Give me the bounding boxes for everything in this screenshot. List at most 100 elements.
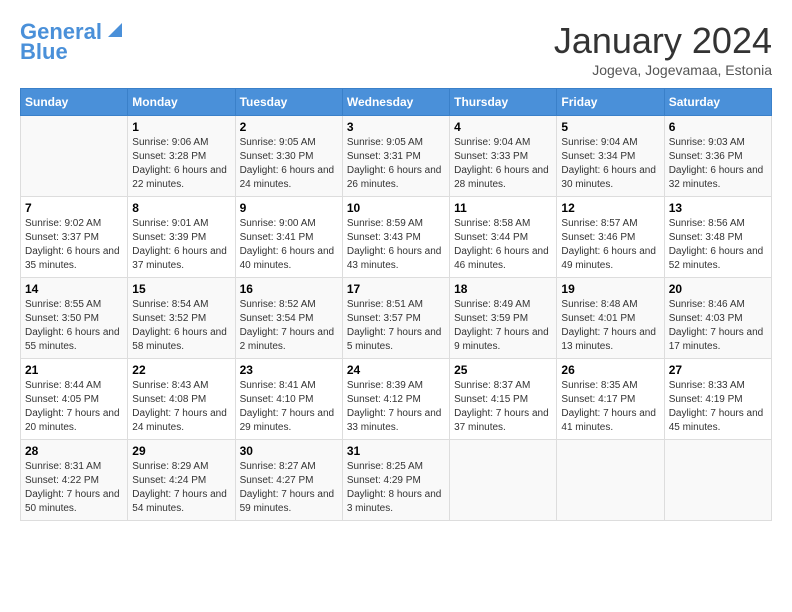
calendar-cell: 31 Sunrise: 8:25 AMSunset: 4:29 PMDaylig… — [342, 440, 449, 521]
day-number: 25 — [454, 363, 552, 377]
day-detail: Sunrise: 8:48 AMSunset: 4:01 PMDaylight:… — [561, 299, 656, 352]
page-header: General Blue January 2024 Jogeva, Jogeva… — [20, 20, 772, 78]
calendar-cell: 7 Sunrise: 9:02 AMSunset: 3:37 PMDayligh… — [21, 197, 128, 278]
day-number: 16 — [240, 282, 338, 296]
day-detail: Sunrise: 8:46 AMSunset: 4:03 PMDaylight:… — [669, 299, 764, 352]
calendar-cell: 2 Sunrise: 9:05 AMSunset: 3:30 PMDayligh… — [235, 116, 342, 197]
day-number: 3 — [347, 120, 445, 134]
calendar-week-1: 1 Sunrise: 9:06 AMSunset: 3:28 PMDayligh… — [21, 116, 772, 197]
day-detail: Sunrise: 8:51 AMSunset: 3:57 PMDaylight:… — [347, 299, 442, 352]
weekday-header-thursday: Thursday — [450, 89, 557, 116]
day-number: 15 — [132, 282, 230, 296]
day-detail: Sunrise: 9:03 AMSunset: 3:36 PMDaylight:… — [669, 137, 764, 190]
day-detail: Sunrise: 8:56 AMSunset: 3:48 PMDaylight:… — [669, 218, 764, 271]
weekday-header-friday: Friday — [557, 89, 664, 116]
day-detail: Sunrise: 8:44 AMSunset: 4:05 PMDaylight:… — [25, 380, 120, 433]
calendar-cell: 15 Sunrise: 8:54 AMSunset: 3:52 PMDaylig… — [128, 278, 235, 359]
day-number: 23 — [240, 363, 338, 377]
header-row: SundayMondayTuesdayWednesdayThursdayFrid… — [21, 89, 772, 116]
weekday-header-saturday: Saturday — [664, 89, 771, 116]
day-number: 2 — [240, 120, 338, 134]
day-detail: Sunrise: 8:35 AMSunset: 4:17 PMDaylight:… — [561, 380, 656, 433]
day-number: 21 — [25, 363, 123, 377]
day-number: 5 — [561, 120, 659, 134]
day-detail: Sunrise: 8:57 AMSunset: 3:46 PMDaylight:… — [561, 218, 656, 271]
calendar-cell: 4 Sunrise: 9:04 AMSunset: 3:33 PMDayligh… — [450, 116, 557, 197]
calendar-cell: 3 Sunrise: 9:05 AMSunset: 3:31 PMDayligh… — [342, 116, 449, 197]
day-number: 29 — [132, 444, 230, 458]
day-number: 28 — [25, 444, 123, 458]
day-number: 7 — [25, 201, 123, 215]
calendar-cell: 11 Sunrise: 8:58 AMSunset: 3:44 PMDaylig… — [450, 197, 557, 278]
calendar-cell — [450, 440, 557, 521]
calendar-week-3: 14 Sunrise: 8:55 AMSunset: 3:50 PMDaylig… — [21, 278, 772, 359]
day-detail: Sunrise: 8:25 AMSunset: 4:29 PMDaylight:… — [347, 461, 442, 514]
day-number: 11 — [454, 201, 552, 215]
calendar-body: 1 Sunrise: 9:06 AMSunset: 3:28 PMDayligh… — [21, 116, 772, 521]
month-title: January 2024 — [554, 20, 772, 62]
calendar-week-4: 21 Sunrise: 8:44 AMSunset: 4:05 PMDaylig… — [21, 359, 772, 440]
title-block: January 2024 Jogeva, Jogevamaa, Estonia — [554, 20, 772, 78]
calendar-cell: 26 Sunrise: 8:35 AMSunset: 4:17 PMDaylig… — [557, 359, 664, 440]
day-number: 14 — [25, 282, 123, 296]
day-detail: Sunrise: 8:29 AMSunset: 4:24 PMDaylight:… — [132, 461, 227, 514]
day-detail: Sunrise: 8:52 AMSunset: 3:54 PMDaylight:… — [240, 299, 335, 352]
calendar-cell: 29 Sunrise: 8:29 AMSunset: 4:24 PMDaylig… — [128, 440, 235, 521]
day-detail: Sunrise: 9:06 AMSunset: 3:28 PMDaylight:… — [132, 137, 227, 190]
calendar-week-5: 28 Sunrise: 8:31 AMSunset: 4:22 PMDaylig… — [21, 440, 772, 521]
calendar-cell: 8 Sunrise: 9:01 AMSunset: 3:39 PMDayligh… — [128, 197, 235, 278]
calendar-cell: 13 Sunrise: 8:56 AMSunset: 3:48 PMDaylig… — [664, 197, 771, 278]
calendar-cell — [557, 440, 664, 521]
day-number: 20 — [669, 282, 767, 296]
day-number: 8 — [132, 201, 230, 215]
day-number: 13 — [669, 201, 767, 215]
logo-text-blue: Blue — [20, 40, 68, 64]
day-detail: Sunrise: 8:31 AMSunset: 4:22 PMDaylight:… — [25, 461, 120, 514]
calendar-cell: 17 Sunrise: 8:51 AMSunset: 3:57 PMDaylig… — [342, 278, 449, 359]
day-detail: Sunrise: 9:05 AMSunset: 3:30 PMDaylight:… — [240, 137, 335, 190]
calendar-cell: 22 Sunrise: 8:43 AMSunset: 4:08 PMDaylig… — [128, 359, 235, 440]
calendar-cell: 20 Sunrise: 8:46 AMSunset: 4:03 PMDaylig… — [664, 278, 771, 359]
day-detail: Sunrise: 8:54 AMSunset: 3:52 PMDaylight:… — [132, 299, 227, 352]
weekday-header-sunday: Sunday — [21, 89, 128, 116]
day-number: 19 — [561, 282, 659, 296]
calendar-week-2: 7 Sunrise: 9:02 AMSunset: 3:37 PMDayligh… — [21, 197, 772, 278]
day-detail: Sunrise: 9:04 AMSunset: 3:34 PMDaylight:… — [561, 137, 656, 190]
calendar-cell: 30 Sunrise: 8:27 AMSunset: 4:27 PMDaylig… — [235, 440, 342, 521]
calendar-header: SundayMondayTuesdayWednesdayThursdayFrid… — [21, 89, 772, 116]
weekday-header-monday: Monday — [128, 89, 235, 116]
calendar-cell: 16 Sunrise: 8:52 AMSunset: 3:54 PMDaylig… — [235, 278, 342, 359]
day-detail: Sunrise: 8:39 AMSunset: 4:12 PMDaylight:… — [347, 380, 442, 433]
day-detail: Sunrise: 8:37 AMSunset: 4:15 PMDaylight:… — [454, 380, 549, 433]
calendar-cell: 18 Sunrise: 8:49 AMSunset: 3:59 PMDaylig… — [450, 278, 557, 359]
calendar-cell: 10 Sunrise: 8:59 AMSunset: 3:43 PMDaylig… — [342, 197, 449, 278]
day-number: 9 — [240, 201, 338, 215]
day-number: 27 — [669, 363, 767, 377]
day-number: 6 — [669, 120, 767, 134]
calendar-cell: 6 Sunrise: 9:03 AMSunset: 3:36 PMDayligh… — [664, 116, 771, 197]
day-number: 18 — [454, 282, 552, 296]
calendar-cell: 5 Sunrise: 9:04 AMSunset: 3:34 PMDayligh… — [557, 116, 664, 197]
day-detail: Sunrise: 8:41 AMSunset: 4:10 PMDaylight:… — [240, 380, 335, 433]
day-detail: Sunrise: 9:02 AMSunset: 3:37 PMDaylight:… — [25, 218, 120, 271]
calendar-cell — [21, 116, 128, 197]
day-number: 26 — [561, 363, 659, 377]
calendar-cell: 21 Sunrise: 8:44 AMSunset: 4:05 PMDaylig… — [21, 359, 128, 440]
weekday-header-tuesday: Tuesday — [235, 89, 342, 116]
calendar-cell: 9 Sunrise: 9:00 AMSunset: 3:41 PMDayligh… — [235, 197, 342, 278]
calendar-cell: 19 Sunrise: 8:48 AMSunset: 4:01 PMDaylig… — [557, 278, 664, 359]
day-detail: Sunrise: 8:27 AMSunset: 4:27 PMDaylight:… — [240, 461, 335, 514]
day-detail: Sunrise: 9:05 AMSunset: 3:31 PMDaylight:… — [347, 137, 442, 190]
calendar-cell: 23 Sunrise: 8:41 AMSunset: 4:10 PMDaylig… — [235, 359, 342, 440]
subtitle: Jogeva, Jogevamaa, Estonia — [554, 62, 772, 78]
day-detail: Sunrise: 9:04 AMSunset: 3:33 PMDaylight:… — [454, 137, 549, 190]
day-number: 12 — [561, 201, 659, 215]
day-number: 17 — [347, 282, 445, 296]
day-number: 22 — [132, 363, 230, 377]
day-detail: Sunrise: 9:01 AMSunset: 3:39 PMDaylight:… — [132, 218, 227, 271]
day-number: 1 — [132, 120, 230, 134]
calendar-cell: 24 Sunrise: 8:39 AMSunset: 4:12 PMDaylig… — [342, 359, 449, 440]
day-number: 24 — [347, 363, 445, 377]
calendar-cell: 14 Sunrise: 8:55 AMSunset: 3:50 PMDaylig… — [21, 278, 128, 359]
day-detail: Sunrise: 8:49 AMSunset: 3:59 PMDaylight:… — [454, 299, 549, 352]
